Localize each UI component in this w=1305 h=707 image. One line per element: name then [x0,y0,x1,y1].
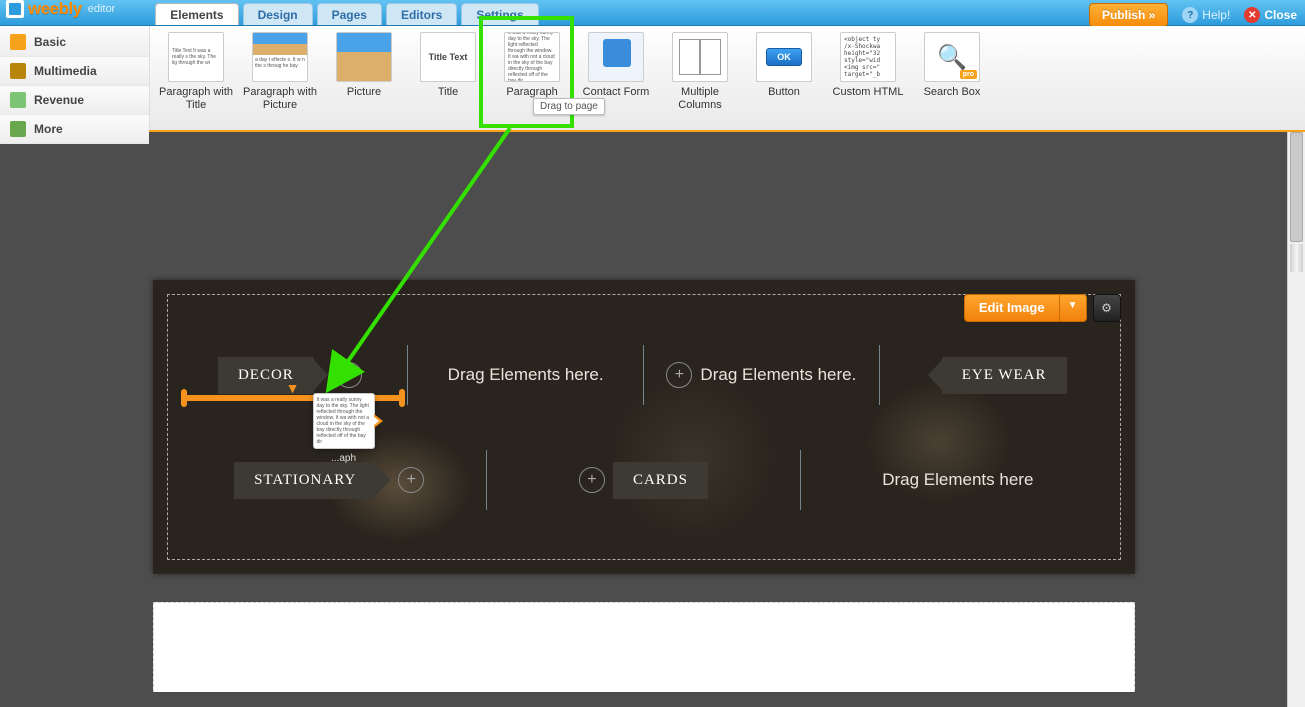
ghost-label: ...aph [314,456,374,462]
basic-icon [10,34,26,50]
help-icon: ? [1182,7,1198,23]
tool-label: Multiple Columns [658,86,742,112]
help-link[interactable]: ? Help! [1182,7,1230,23]
scrollbar-thumb[interactable] [1290,132,1303,242]
side-categories: BasicMultimediaRevenueMore [0,26,150,130]
tool-multiple-columns[interactable]: Multiple Columns [658,30,742,112]
tool-search-box[interactable]: Search Box [910,30,994,99]
tool-label: Picture [322,86,406,99]
brand-text: weebly [28,0,82,19]
pill-tail-icon [376,465,390,495]
hero-cell[interactable]: + Drag Elements here. [644,340,879,410]
sidecat-label: Revenue [34,93,84,107]
tool-thumb [336,32,392,82]
pill-eye-wear[interactable]: EYE WEAR [942,357,1067,394]
hero-cell[interactable]: Drag Elements here [801,445,1114,515]
tool-thumb: <object ty /x-Shockwa height="32 style="… [840,32,896,82]
drop-placeholder[interactable]: Drag Elements here. [700,365,856,385]
multimedia-icon [10,63,26,79]
tool-custom-html[interactable]: <object ty /x-Shockwa height="32 style="… [826,30,910,99]
tab-settings[interactable]: Settings [461,3,538,25]
logo-icon [6,0,24,18]
tool-label: Search Box [910,86,994,99]
tab-elements[interactable]: Elements [155,3,238,25]
hero-section[interactable]: Edit Image ▼ ⚙ DECOR+Drag Elements here.… [153,280,1135,574]
tool-thumb: Title Text It was a really s the sky. Th… [168,32,224,82]
tool-thumb: a day t eflecte s. It w n the s throug h… [252,32,308,82]
tool-label: Paragraph with Picture [238,86,322,112]
pill-stationary[interactable]: STATIONARY [234,462,376,499]
hero-cell[interactable]: Drag Elements here. [408,340,643,410]
publish-button[interactable]: Publish » [1089,3,1168,27]
hero-cell[interactable]: + CARDS [487,445,800,515]
hero-background [153,280,1135,574]
tool-paragraph[interactable]: It was a really sunny day to the sky. Th… [490,30,574,99]
tool-thumb [756,32,812,82]
sidecat-basic[interactable]: Basic [0,28,149,57]
close-icon: ✕ [1244,7,1260,23]
drag-tooltip: Drag to page [533,98,605,115]
tab-pages[interactable]: Pages [317,3,382,25]
ghost-handle-inner-icon [373,416,379,426]
tool-label: Button [742,86,826,99]
drop-placeholder[interactable]: Drag Elements here. [448,365,604,385]
sidecat-more[interactable]: More [0,115,149,144]
sidecat-label: More [34,122,63,136]
main-tabs: ElementsDesignPagesEditorsSettings [155,0,542,25]
help-label: Help! [1202,8,1230,22]
close-label: Close [1264,8,1297,22]
tool-thumb: It was a really sunny day to the sky. Th… [504,32,560,82]
edit-image-label: Edit Image [965,295,1059,321]
add-icon[interactable]: + [579,467,605,493]
tool-thumb [588,32,644,82]
logo: weebly editor [0,1,125,25]
drag-ghost[interactable]: It was a really sunny day to the sky. Th… [313,393,375,449]
tool-thumb [672,32,728,82]
gear-button[interactable]: ⚙ [1093,294,1121,322]
edit-image-button[interactable]: Edit Image ▼ [964,294,1087,322]
pill-cards[interactable]: CARDS [613,462,708,499]
add-icon[interactable]: + [398,467,424,493]
tool-paragraph-with-title[interactable]: Title Text It was a really s the sky. Th… [154,30,238,112]
revenue-icon [10,92,26,108]
tab-editors[interactable]: Editors [386,3,457,25]
tool-label: Title [406,86,490,99]
ribbon: BasicMultimediaRevenueMore Title Text It… [0,26,1305,132]
top-bar: weebly editor ElementsDesignPagesEditors… [0,0,1305,26]
tool-paragraph-with-picture[interactable]: a day t eflecte s. It w n the s throug h… [238,30,322,112]
edit-image-dropdown[interactable]: ▼ [1059,295,1086,321]
tool-label: Paragraph with Title [154,86,238,112]
tab-design[interactable]: Design [243,3,313,25]
content-block-below[interactable] [153,602,1135,692]
hero-cell[interactable]: EYE WEAR [880,340,1115,410]
drop-arrow-icon: ▼ [286,380,300,396]
tool-contact-form[interactable]: Contact Form [574,30,658,99]
tool-thumb [924,32,980,82]
editor-suffix: editor [88,3,116,15]
sidecat-label: Basic [34,35,66,49]
close-link[interactable]: ✕ Close [1244,7,1297,23]
vertical-scrollbar[interactable] [1287,132,1305,707]
tool-label: Custom HTML [826,86,910,99]
pill-tail-icon [314,360,328,390]
sidecat-revenue[interactable]: Revenue [0,86,149,115]
tool-picture[interactable]: Picture [322,30,406,99]
add-icon[interactable]: + [336,362,362,388]
sidecat-label: Multimedia [34,64,97,78]
more-icon [10,121,26,137]
sidecat-multimedia[interactable]: Multimedia [0,57,149,86]
scrollbar-grip [1290,244,1303,272]
ghost-text: It was a really sunny day to the sky. Th… [317,397,370,445]
pill-tail-icon [928,360,942,390]
drop-placeholder[interactable]: Drag Elements here [882,470,1033,490]
gear-icon: ⚙ [1101,301,1112,315]
tool-title[interactable]: Title Text Title [406,30,490,99]
add-icon[interactable]: + [666,362,692,388]
tool-button[interactable]: Button [742,30,826,99]
canvas[interactable]: Edit Image ▼ ⚙ DECOR+Drag Elements here.… [0,132,1287,707]
tool-thumb: Title Text [420,32,476,82]
